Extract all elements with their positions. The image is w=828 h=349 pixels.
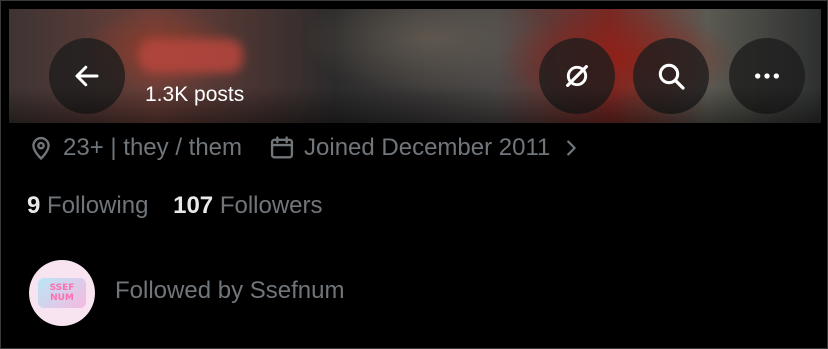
chevron-right-icon[interactable] [560, 137, 582, 159]
grok-button[interactable] [539, 38, 615, 114]
more-options-button[interactable] [729, 38, 805, 114]
followers-link[interactable]: 107 Followers [173, 192, 322, 219]
location-text: 23+ | they / them [63, 134, 243, 161]
follower-avatar[interactable]: SSEF NUM [29, 260, 95, 326]
followed-by-text[interactable]: Followed by Ssefnum [115, 277, 344, 305]
following-count: 9 [27, 192, 41, 219]
posts-count: 1.3K posts [145, 83, 245, 106]
followers-count: 107 [173, 192, 214, 219]
following-label: Following [47, 192, 149, 219]
grok-icon [566, 65, 588, 87]
calendar-icon [268, 134, 296, 162]
search-button[interactable] [633, 38, 709, 114]
follow-counts: 9 Following 107 Followers [27, 192, 323, 220]
back-button[interactable] [49, 38, 125, 114]
following-link[interactable]: 9 Following [27, 192, 148, 219]
display-name-redacted [139, 39, 243, 73]
avatar-text-line-2: NUM [50, 293, 74, 303]
profile-meta-row: 23+ | they / them Joined December 2011 [27, 132, 590, 164]
search-icon [658, 63, 685, 90]
avatar-text-line-1: SSEF [49, 283, 75, 293]
back-arrow-icon [75, 65, 99, 87]
location-pin-icon [27, 134, 55, 162]
joined-date: Joined December 2011 [304, 134, 551, 161]
profile-banner: 1.3K posts [9, 9, 821, 123]
followers-label: Followers [219, 192, 323, 219]
more-icon [755, 73, 779, 79]
